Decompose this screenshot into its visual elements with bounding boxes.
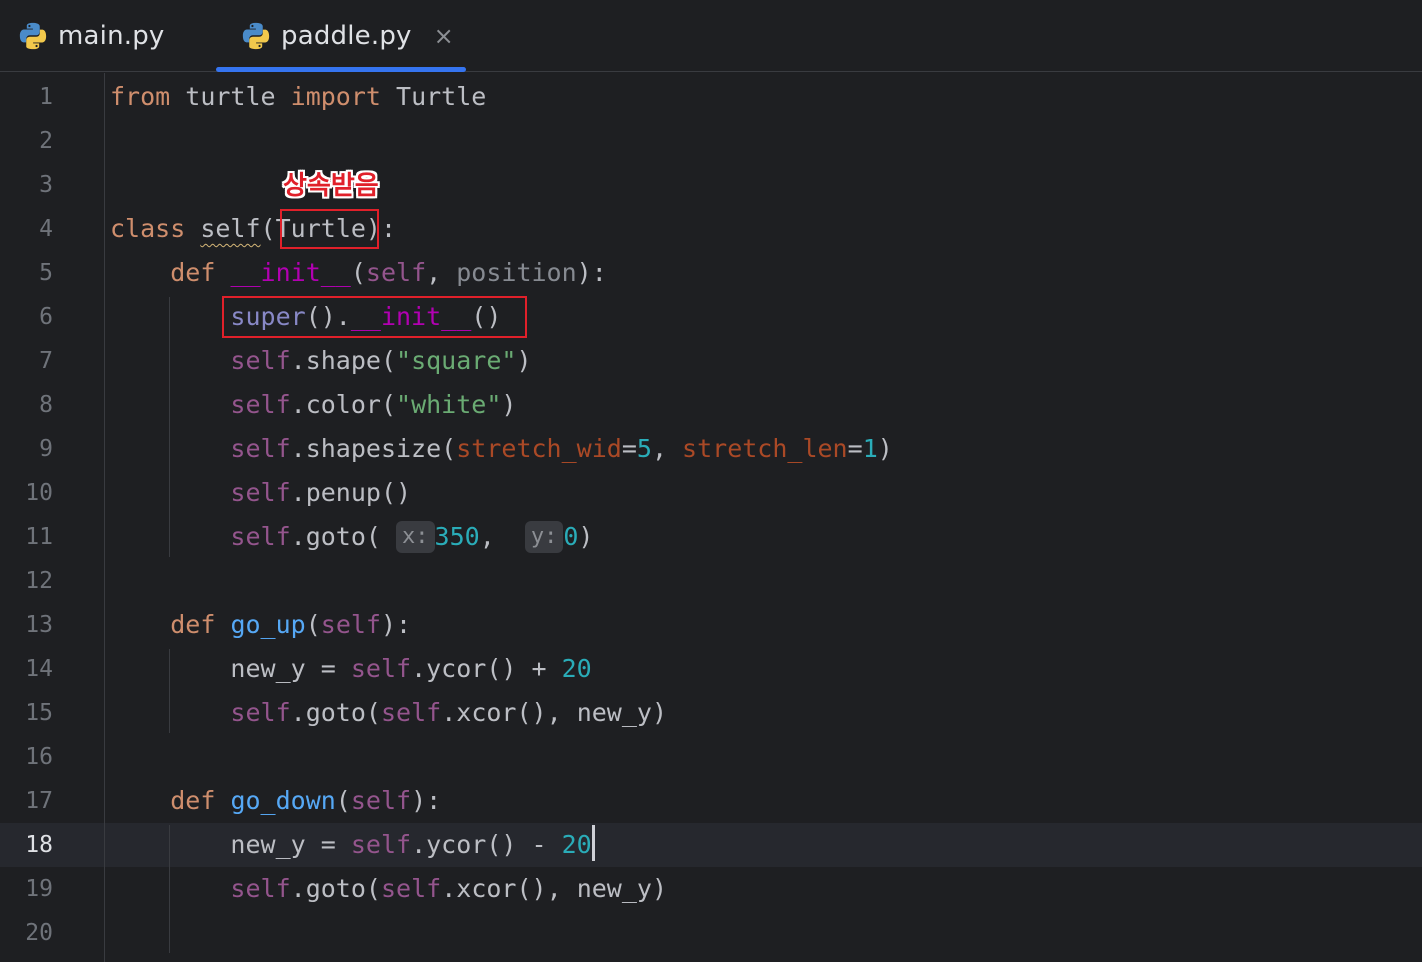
code-text: from turtle import Turtle bbox=[110, 82, 487, 111]
editor-tab-bar: main.py paddle.py × bbox=[0, 0, 1422, 72]
code-line-6: 6 super().__init__() bbox=[0, 295, 1422, 339]
line-number: 15 bbox=[25, 700, 53, 726]
code-line-18: 18 new_y = self.ycor() - 20 bbox=[0, 823, 1422, 867]
code-editor[interactable]: 1 from turtle import Turtle 2 3 4 class … bbox=[0, 73, 1422, 962]
line-number: 9 bbox=[39, 436, 53, 462]
active-tab-indicator bbox=[216, 67, 466, 72]
code-line-8: 8 self.color("white") bbox=[0, 383, 1422, 427]
parameter-hint-x: x: bbox=[396, 521, 435, 553]
code-line-1: 1 from turtle import Turtle bbox=[0, 75, 1422, 119]
annotation-label: 상속받음 bbox=[283, 171, 379, 201]
code-text: self.goto(self.xcor(), new_y) bbox=[230, 874, 668, 903]
code-text: self.goto( x: 350, y: 0) bbox=[230, 521, 594, 553]
python-icon bbox=[19, 22, 47, 50]
line-number: 4 bbox=[39, 216, 53, 242]
code-line-14: 14 new_y = self.ycor() + 20 bbox=[0, 647, 1422, 691]
line-number: 20 bbox=[25, 920, 53, 946]
line-number: 14 bbox=[25, 656, 53, 682]
line-number: 10 bbox=[25, 480, 53, 506]
line-number: 12 bbox=[25, 568, 53, 594]
annotation-box-super-init bbox=[222, 296, 527, 338]
code-text: self.shapesize(stretch_wid=5, stretch_le… bbox=[230, 434, 893, 463]
code-line-16: 16 bbox=[0, 735, 1422, 779]
code-line-4: 4 class self(Turtle): bbox=[0, 207, 1422, 251]
code-line-13: 13 def go_up(self): bbox=[0, 603, 1422, 647]
code-line-3: 3 bbox=[0, 163, 1422, 207]
code-text: self.penup() bbox=[230, 478, 412, 507]
code-line-5: 5 def __init__(self, position): bbox=[0, 251, 1422, 295]
line-number: 2 bbox=[39, 128, 53, 154]
code-text: def __init__(self, position): bbox=[170, 258, 607, 287]
tab-label: paddle.py bbox=[281, 21, 412, 51]
code-line-9: 9 self.shapesize(stretch_wid=5, stretch_… bbox=[0, 427, 1422, 471]
line-number: 17 bbox=[25, 788, 53, 814]
code-text: def go_up(self): bbox=[170, 610, 412, 639]
code-line-20: 20 bbox=[0, 911, 1422, 955]
code-line-2: 2 bbox=[0, 119, 1422, 163]
close-icon[interactable]: × bbox=[434, 24, 454, 48]
tab-paddle-py[interactable]: paddle.py × bbox=[216, 0, 466, 72]
line-number: 7 bbox=[39, 348, 53, 374]
code-text: new_y = self.ycor() - 20 bbox=[110, 823, 595, 867]
line-number: 13 bbox=[25, 612, 53, 638]
line-number: 3 bbox=[39, 172, 53, 198]
code-line-17: 17 def go_down(self): bbox=[0, 779, 1422, 823]
code-text: new_y = self.ycor() + 20 bbox=[230, 654, 592, 683]
code-text: self.color("white") bbox=[230, 390, 517, 419]
line-number: 1 bbox=[39, 84, 53, 110]
code-line-12: 12 bbox=[0, 559, 1422, 603]
line-number: 6 bbox=[39, 304, 53, 330]
line-number: 8 bbox=[39, 392, 53, 418]
code-line-11: 11 self.goto( x: 350, y: 0) bbox=[0, 515, 1422, 559]
line-number: 16 bbox=[25, 744, 53, 770]
parameter-hint-y: y: bbox=[524, 521, 564, 553]
code-text: self.goto(self.xcor(), new_y) bbox=[230, 698, 668, 727]
tab-main-py[interactable]: main.py bbox=[0, 0, 200, 72]
code-line-7: 7 self.shape("square") bbox=[0, 339, 1422, 383]
code-text: self.shape("square") bbox=[230, 346, 532, 375]
line-number: 5 bbox=[39, 260, 53, 286]
code-line-10: 10 self.penup() bbox=[0, 471, 1422, 515]
python-icon bbox=[242, 22, 270, 50]
tab-label: main.py bbox=[58, 21, 165, 51]
text-caret bbox=[591, 825, 595, 861]
code-line-15: 15 self.goto(self.xcor(), new_y) bbox=[0, 691, 1422, 735]
line-number: 19 bbox=[25, 876, 53, 902]
annotation-box-base-class bbox=[280, 209, 379, 249]
code-line-19: 19 self.goto(self.xcor(), new_y) bbox=[0, 867, 1422, 911]
code-text: def go_down(self): bbox=[170, 786, 442, 815]
line-number: 11 bbox=[25, 524, 53, 550]
line-number: 18 bbox=[25, 832, 53, 858]
